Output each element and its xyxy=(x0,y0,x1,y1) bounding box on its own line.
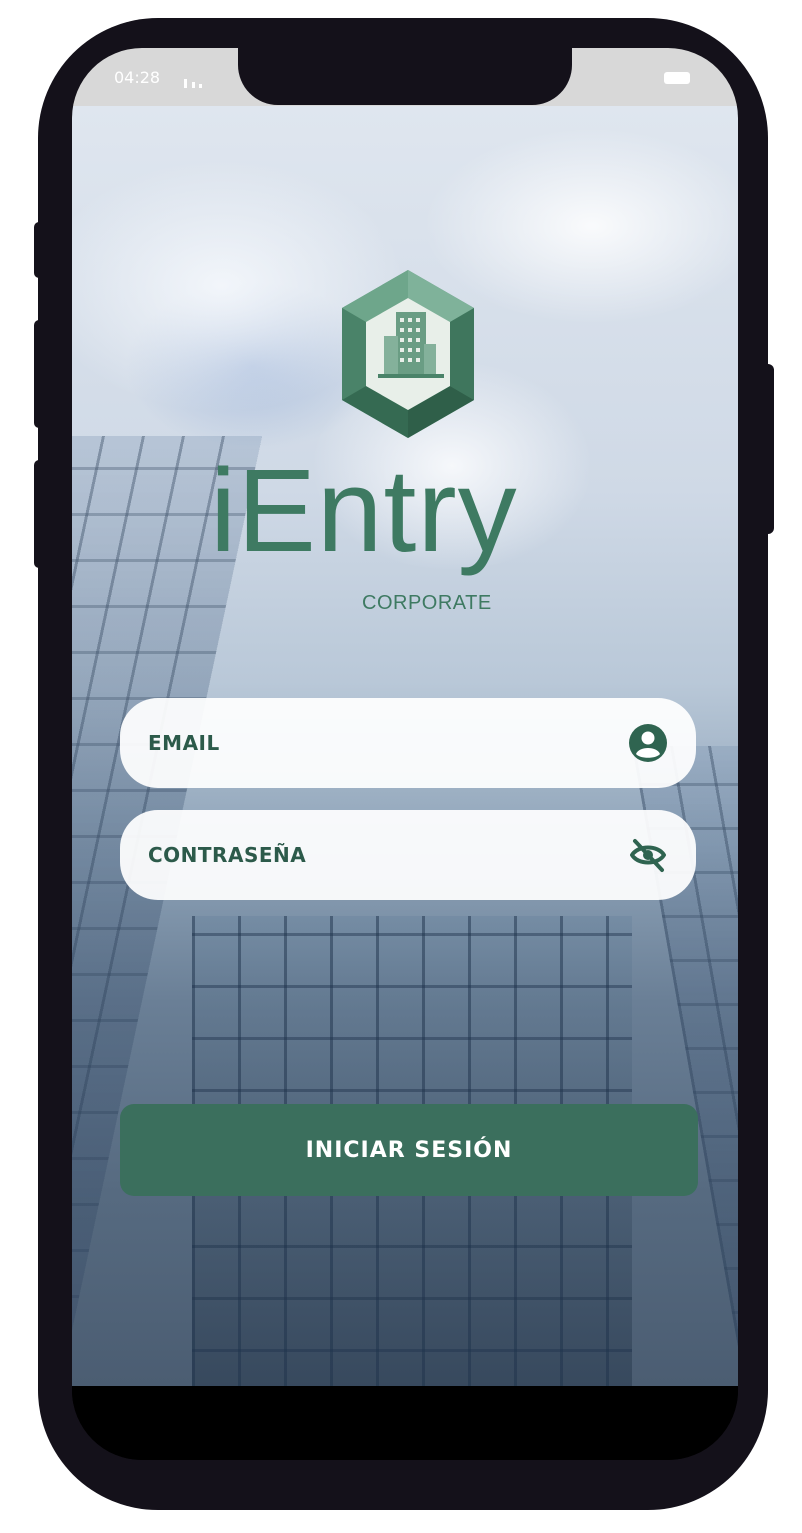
brand-name: iEntry xyxy=(210,445,518,577)
signal-bars-icon xyxy=(184,79,202,88)
password-input[interactable] xyxy=(148,843,628,867)
brand-logo: iEntry CORPORATE xyxy=(210,436,610,626)
screen-bottom-bar xyxy=(72,1386,738,1460)
email-field[interactable] xyxy=(120,698,696,788)
email-input[interactable] xyxy=(148,731,628,755)
eye-off-icon[interactable] xyxy=(628,835,668,875)
battery-icon xyxy=(664,72,690,84)
app-screen: 04:28 iEntry CORPORATE EMAIL INICIAR SES… xyxy=(72,48,738,1460)
phone-notch xyxy=(238,48,572,105)
hexagon-building-logo-icon xyxy=(342,270,474,438)
login-button[interactable]: INICIAR SESIÓN xyxy=(120,1104,698,1196)
password-field[interactable] xyxy=(120,810,696,900)
device-mockup: 04:28 iEntry CORPORATE EMAIL INICIAR SES… xyxy=(0,0,802,1533)
brand-subtitle: CORPORATE xyxy=(362,592,492,614)
user-circle-icon xyxy=(628,723,668,763)
status-time: 04:28 xyxy=(114,68,161,87)
